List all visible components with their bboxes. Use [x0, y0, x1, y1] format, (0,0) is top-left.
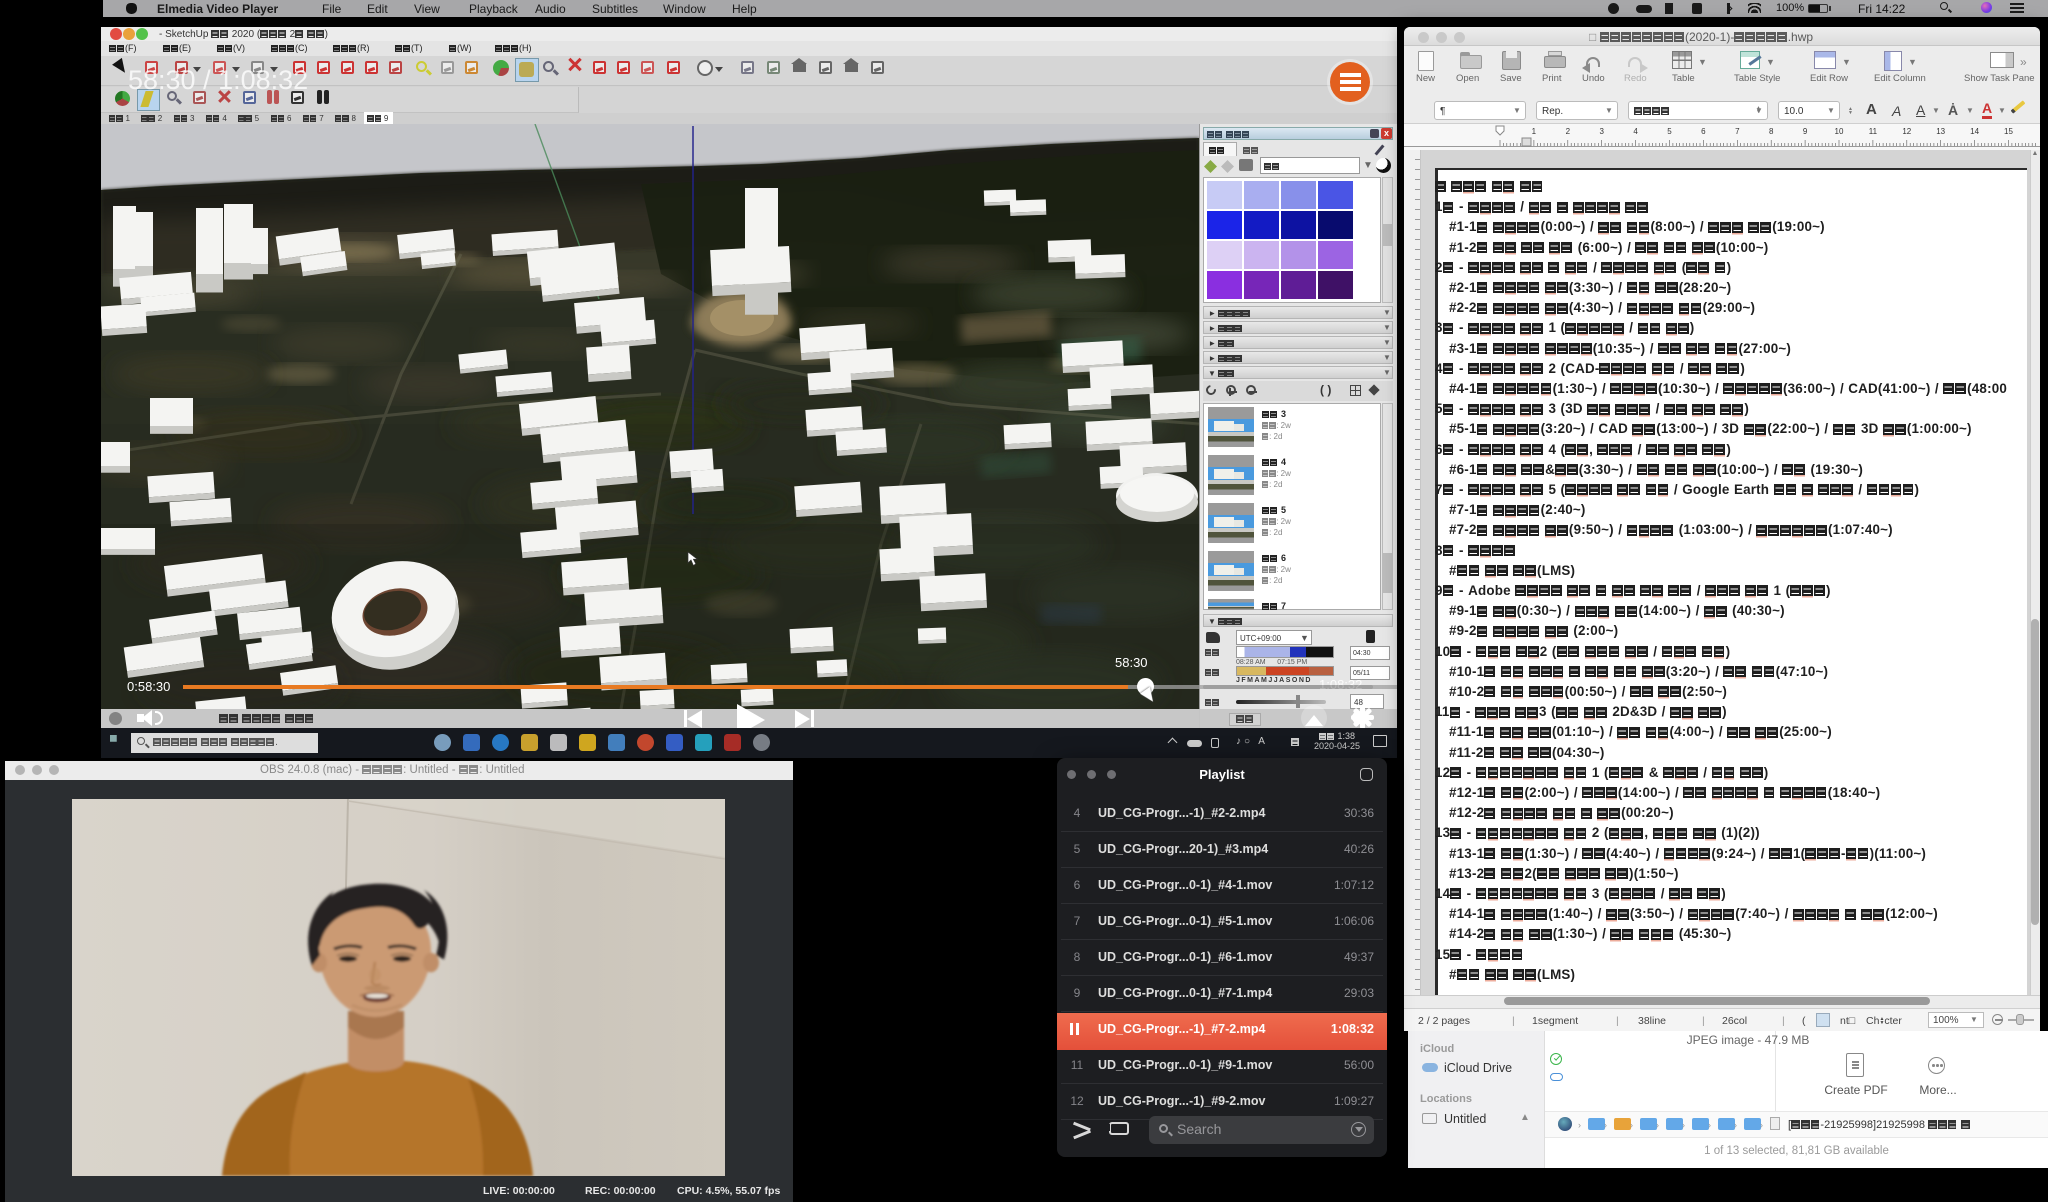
svg-text:7: 7: [1735, 127, 1740, 136]
svg-text:10: 10: [1835, 127, 1844, 136]
svg-text:2: 2: [1566, 127, 1571, 136]
svg-text:9: 9: [1803, 127, 1808, 136]
svg-text:6: 6: [1701, 127, 1706, 136]
svg-text:15: 15: [2004, 127, 2013, 136]
svg-text:8: 8: [1769, 127, 1774, 136]
svg-text:1: 1: [1532, 127, 1537, 136]
svg-text:5: 5: [1667, 127, 1672, 136]
svg-text:14: 14: [1970, 127, 1979, 136]
svg-text:4: 4: [1633, 127, 1638, 136]
svg-text:12: 12: [1902, 127, 1911, 136]
svg-text:11: 11: [1869, 127, 1878, 136]
svg-text:13: 13: [1936, 127, 1945, 136]
svg-text:3: 3: [1599, 127, 1604, 136]
